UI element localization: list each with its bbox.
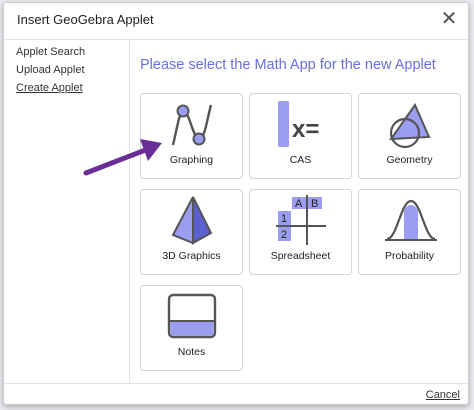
- app-tile-label: Probability: [384, 250, 435, 262]
- svg-text:B: B: [311, 198, 318, 210]
- close-icon[interactable]: ✕: [438, 9, 460, 31]
- pointer-arrow-icon: [83, 139, 162, 176]
- spreadsheet-icon: A B 1 2: [276, 195, 326, 245]
- probability-icon: [385, 199, 437, 241]
- dialog-title: Insert GeoGebra Applet: [17, 12, 154, 27]
- main-heading: Please select the Math App for the new A…: [140, 57, 436, 73]
- cas-icon: x=: [278, 101, 319, 147]
- app-tile-label: CAS: [289, 154, 312, 166]
- cancel-button[interactable]: Cancel: [426, 389, 460, 401]
- app-tile-3d-graphics[interactable]: 3D Graphics: [140, 189, 243, 275]
- graphing-icon: [171, 104, 213, 146]
- svg-text:x=: x=: [292, 116, 319, 143]
- sidebar-item-create-applet[interactable]: Create Applet: [16, 82, 83, 94]
- geometry-icon: [388, 102, 431, 149]
- footer-divider: [4, 383, 468, 384]
- dialog-header: Insert GeoGebra Applet ✕: [4, 3, 468, 40]
- svg-text:A: A: [295, 198, 303, 210]
- app-tile-label: Geometry: [386, 154, 433, 166]
- svg-text:2: 2: [281, 229, 287, 241]
- insert-applet-dialog: Insert GeoGebra Applet ✕ Applet Search U…: [3, 2, 469, 405]
- notes-icon: [167, 293, 217, 339]
- 3d-graphics-icon: [171, 196, 213, 245]
- app-tile-geometry[interactable]: Geometry: [358, 93, 461, 179]
- sidebar-item-upload-applet[interactable]: Upload Applet: [16, 64, 85, 76]
- dialog-sidebar: Applet Search Upload Applet Create Apple…: [4, 40, 130, 383]
- sidebar-item-applet-search[interactable]: Applet Search: [16, 46, 85, 58]
- app-tile-notes[interactable]: Notes: [140, 285, 243, 371]
- app-tile-label: Notes: [177, 346, 206, 358]
- app-tile-cas[interactable]: x= CAS: [249, 93, 352, 179]
- app-tile-probability[interactable]: Probability: [358, 189, 461, 275]
- app-tile-spreadsheet[interactable]: A B 1 2 Spreadsheet: [249, 189, 352, 275]
- app-tile-label: Spreadsheet: [270, 250, 331, 262]
- app-tile-label: 3D Graphics: [162, 250, 221, 262]
- svg-text:1: 1: [281, 213, 287, 225]
